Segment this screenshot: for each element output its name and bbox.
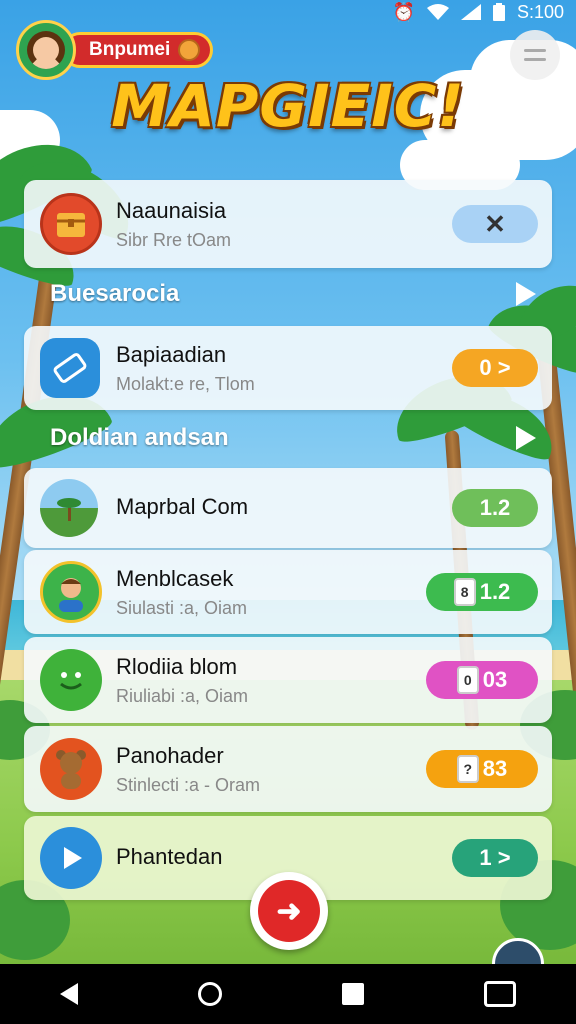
ticket-icon — [40, 338, 100, 398]
play-icon — [516, 426, 536, 450]
action-pill[interactable]: 0 > — [452, 349, 538, 387]
list-item-title: Phantedan — [116, 844, 223, 869]
profile-name: Bnpumei — [89, 39, 171, 60]
section-label: Doldian andsan — [50, 424, 229, 451]
treasure-chest-icon — [40, 193, 102, 255]
coin-icon — [178, 39, 201, 61]
action-pill[interactable]: 1 > — [452, 839, 538, 877]
list-item-subtitle: Sibr Rre tOam — [116, 229, 232, 250]
list-item-title: Maprbal Com — [116, 494, 249, 519]
card-badge: 8 — [453, 578, 476, 606]
list-item-title: Rlodiia blom — [116, 653, 238, 679]
profile-badge[interactable]: Bnpumei — [16, 20, 214, 80]
recents-icon[interactable] — [342, 983, 364, 1005]
pill-label: 1.2 — [479, 495, 511, 520]
pill-label: 03 — [482, 667, 508, 692]
pill-label: 83 — [482, 756, 508, 781]
list-item[interactable]: Naaunaisia Sibr Rre tOam ✕ — [24, 180, 552, 268]
section-header[interactable]: Doldian andsan — [50, 424, 536, 452]
list-item-title: Menblcasek — [116, 565, 234, 591]
keyboard-icon[interactable] — [484, 981, 516, 1007]
action-pill[interactable]: 0 03 — [426, 661, 538, 699]
system-nav-bar — [0, 964, 576, 1024]
list-item[interactable]: Bapiaadian Molakt:e re, Tlom 0 > — [24, 326, 552, 410]
alarm-icon: ⏰ — [392, 1, 415, 22]
list-item-title: Naaunaisia — [116, 197, 227, 223]
list-item[interactable]: Maprbal Com 1.2 — [24, 468, 552, 548]
battery-icon — [492, 3, 505, 21]
green-blob-icon — [40, 649, 102, 711]
sword-button[interactable]: ✕ — [452, 205, 538, 243]
avatar[interactable] — [16, 20, 76, 80]
arrow-icon: ➜ — [276, 894, 302, 928]
bear-icon — [40, 738, 102, 800]
back-icon[interactable] — [60, 983, 78, 1005]
status-time: S:100 — [516, 1, 564, 22]
home-icon[interactable] — [198, 982, 222, 1006]
game-logo: MAPGIEIC! — [111, 72, 465, 140]
status-bar: ⏰ S:100 — [393, 0, 564, 24]
list-item-subtitle: Siulasti :a, Oiam — [116, 597, 248, 618]
list-item[interactable]: Rlodiia blom Riuliabi :a, Oiam 0 03 — [24, 637, 552, 723]
signal-icon — [460, 4, 481, 20]
section-label: Buesarocia — [50, 280, 180, 307]
list-item[interactable]: Panohader Stinlecti :a - Oram ? 83 — [24, 726, 552, 812]
man-avatar-icon — [40, 561, 102, 623]
island-thumbnail-icon — [40, 479, 98, 537]
list-item-subtitle: Stinlecti :a - Oram — [116, 774, 261, 795]
play-icon — [516, 282, 536, 306]
list-item[interactable]: Menblcasek Siulasti :a, Oiam 8 1.2 — [24, 550, 552, 634]
fab-button[interactable]: ➜ — [250, 872, 328, 950]
pill-label: 1 > — [479, 845, 511, 870]
card-badge: 0 — [456, 666, 479, 694]
action-pill[interactable]: 8 1.2 — [426, 573, 538, 611]
pill-label: 0 > — [479, 355, 511, 380]
wifi-icon — [426, 4, 449, 20]
crossed-swords-icon: ✕ — [484, 208, 506, 239]
section-header[interactable]: Buesarocia — [50, 280, 536, 308]
list-item-title: Panohader — [116, 742, 224, 768]
play-icon — [40, 827, 102, 889]
pill-label: 1.2 — [479, 579, 511, 604]
list-item-subtitle: Riuliabi :a, Oiam — [116, 685, 249, 706]
action-pill[interactable]: 1.2 — [452, 489, 538, 527]
list-item-title: Bapiaadian — [116, 341, 227, 367]
action-pill[interactable]: ? 83 — [426, 750, 538, 788]
card-badge: ? — [456, 755, 479, 783]
list-item-subtitle: Molakt:e re, Tlom — [116, 373, 255, 394]
